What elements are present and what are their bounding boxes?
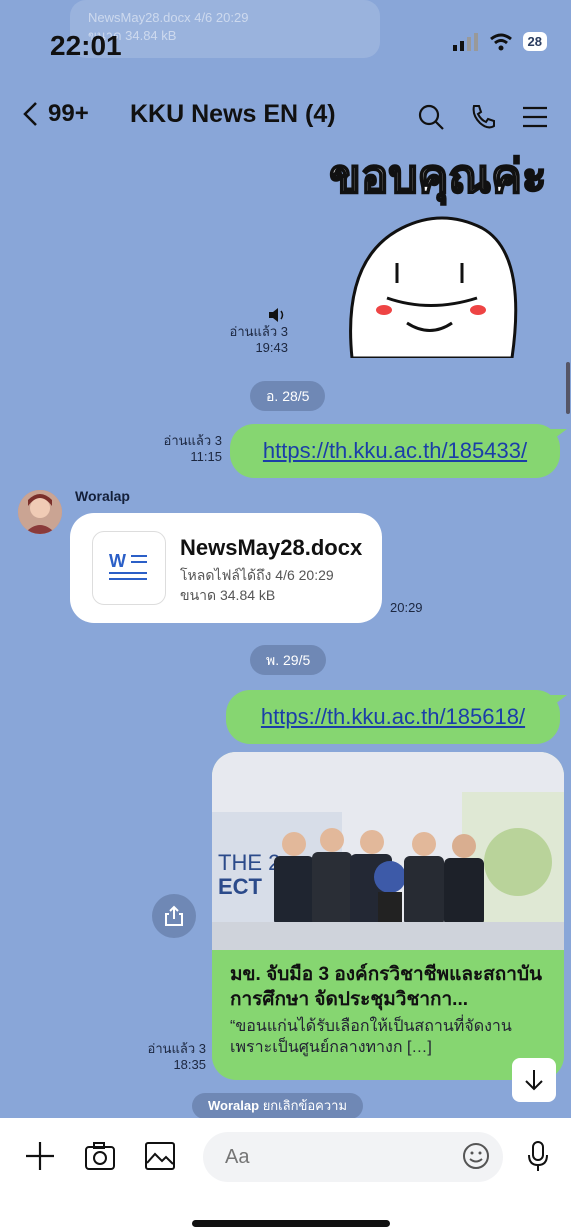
file-name: NewsMay28.docx xyxy=(180,535,363,560)
signal-icon xyxy=(452,32,478,51)
search-icon xyxy=(418,104,444,130)
link1-read-meta: อ่านแล้ว 3 11:15 xyxy=(140,433,222,465)
system-notice: Woralap ยกเลิกข้อความ xyxy=(192,1093,364,1119)
read-receipt: อ่านแล้ว 3 xyxy=(229,324,288,339)
message-time: 11:15 xyxy=(190,449,222,464)
message-input-bar xyxy=(0,1118,571,1227)
chat-title[interactable]: KKU News EN (4) xyxy=(130,100,336,129)
svg-text:W: W xyxy=(109,551,126,571)
status-time: 22:01 xyxy=(50,30,122,61)
link-message[interactable]: https://th.kku.ac.th/185618/ xyxy=(226,690,567,744)
back-button[interactable]: 99+ xyxy=(22,100,89,128)
camera-icon xyxy=(85,1142,115,1170)
wifi-icon xyxy=(489,33,512,50)
sender-name: Woralap xyxy=(75,488,130,504)
status-icons: 28 xyxy=(452,32,547,51)
sticker-message[interactable]: ขอบคุณค่ะ xyxy=(312,140,564,358)
file-expiry: โหลดไฟล์ได้ถึง 4/6 20:29 xyxy=(180,567,334,583)
preview-title: มข. จับมือ 3 องค์กรวิชาชีพและสถาบันการศึ… xyxy=(230,964,542,1010)
hamburger-menu-icon xyxy=(523,106,547,128)
link-message[interactable]: https://th.kku.ac.th/185433/ xyxy=(230,424,567,478)
read-receipt: อ่านแล้ว 3 xyxy=(147,1041,206,1056)
battery-indicator: 28 xyxy=(522,32,547,51)
plus-icon xyxy=(26,1142,54,1170)
read-receipt: อ่านแล้ว 3 xyxy=(163,433,222,448)
scrollbar[interactable] xyxy=(566,362,570,414)
emoji-icon xyxy=(463,1143,489,1169)
svg-text:THE 2: THE 2 xyxy=(218,850,280,875)
add-button[interactable] xyxy=(20,1136,60,1176)
emoji-button[interactable] xyxy=(456,1136,496,1176)
preview-description: “ขอนแก่นได้รับเลือกให้เป็นสถานที่จัดงานเ… xyxy=(230,1018,512,1056)
scroll-to-bottom-button[interactable] xyxy=(512,1058,556,1102)
home-indicator[interactable] xyxy=(192,1220,390,1227)
file-message[interactable]: W NewsMay28.docx โหลดไฟล์ได้ถึง 4/6 20:2… xyxy=(70,513,382,623)
search-button[interactable] xyxy=(410,96,452,138)
arrow-down-icon xyxy=(525,1070,543,1091)
date-separator: อ. 28/5 xyxy=(250,381,326,411)
word-document-icon: W xyxy=(92,531,166,605)
chevron-left-icon xyxy=(23,102,37,126)
link-text[interactable]: https://th.kku.ac.th/185433/ xyxy=(263,438,527,464)
link-text[interactable]: https://th.kku.ac.th/185618/ xyxy=(261,704,525,730)
share-button[interactable] xyxy=(152,894,196,938)
menu-button[interactable] xyxy=(514,96,556,138)
message-time: 19:43 xyxy=(255,340,288,355)
file-details: โหลดไฟล์ได้ถึง 4/6 20:29 ขนาด 34.84 kB xyxy=(180,565,334,605)
message-time: 18:35 xyxy=(173,1057,206,1072)
image-icon xyxy=(145,1142,175,1170)
chat-header: 99+ KKU News EN (4) xyxy=(0,88,571,144)
gallery-button[interactable] xyxy=(140,1136,180,1176)
camera-button[interactable] xyxy=(80,1136,120,1176)
message-time: 20:29 xyxy=(390,600,423,615)
notification-line-1: NewsMay28.docx 4/6 20:29 xyxy=(88,10,249,25)
system-notice-text: ยกเลิกข้อความ xyxy=(262,1098,348,1113)
avatar[interactable] xyxy=(18,490,62,534)
seal-sticker-image xyxy=(349,216,518,358)
sticker-read-meta: อ่านแล้ว 3 19:43 xyxy=(214,324,288,356)
svg-text:ECT: ECT xyxy=(218,874,263,899)
call-button[interactable] xyxy=(462,96,504,138)
microphone-icon xyxy=(528,1141,548,1171)
voice-button[interactable] xyxy=(518,1136,558,1176)
preview-read-meta: อ่านแล้ว 3 18:35 xyxy=(120,1041,206,1073)
preview-photo: THE 2 ECT xyxy=(212,752,564,950)
sound-icon xyxy=(269,308,284,322)
status-bar: NewsMay28.docx 4/6 20:29 ขนาด 34.84 kB 2… xyxy=(0,0,571,80)
link-preview-card[interactable]: THE 2 ECT มข. จับมือ 3 องค์กรวิชาชีพและส… xyxy=(212,752,564,1080)
share-icon xyxy=(165,905,183,926)
date-separator: พ. 29/5 xyxy=(250,645,327,675)
file-size: ขนาด 34.84 kB xyxy=(180,587,276,603)
phone-icon xyxy=(472,105,495,129)
system-notice-name: Woralap xyxy=(208,1098,260,1113)
notification-line-2: ขนาด 34.84 kB xyxy=(88,28,177,43)
avatar-image xyxy=(18,490,62,534)
unread-count: 99+ xyxy=(48,100,89,127)
